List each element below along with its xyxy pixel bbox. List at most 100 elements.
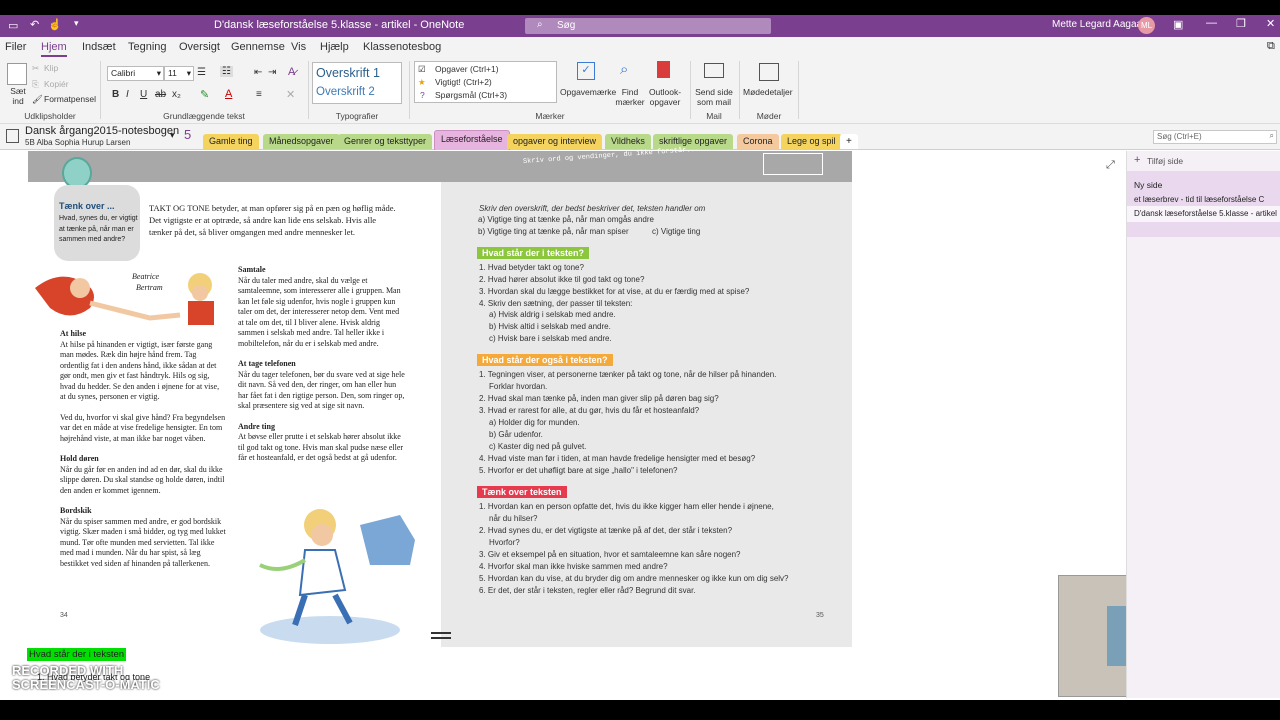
expand-icon[interactable]: ⤢	[1106, 159, 1115, 172]
style-heading-2[interactable]: Overskrift 2	[316, 86, 375, 98]
copy-button[interactable]: Kopiér	[44, 79, 69, 89]
menu-help[interactable]: Hjælp	[320, 41, 349, 53]
send-page-mail-button[interactable]: Send side som mail	[694, 87, 734, 107]
section-tab[interactable]: Vildheks	[605, 134, 651, 149]
font-family-select[interactable]: Calibri ▾	[107, 66, 164, 81]
avatar[interactable]: ML	[1138, 17, 1155, 34]
highlighted-note[interactable]: Hvad står der i teksten	[27, 648, 127, 661]
window-title: D'dansk læseforståelse 5.klasse - artike…	[214, 19, 465, 31]
menu-review[interactable]: Gennemse	[231, 41, 285, 53]
undo-icon[interactable]: ↶	[30, 18, 39, 31]
add-page-icon[interactable]: +	[1134, 154, 1140, 166]
section-tab[interactable]: Genrer og teksttyper	[338, 134, 433, 149]
page-item[interactable]: et læserbrev - tid til læseforståelse C	[1134, 195, 1279, 204]
menu-file[interactable]: Filer	[5, 41, 26, 53]
section-heading-1: Hvad står der i teksten?	[477, 247, 590, 259]
menu-review-overview[interactable]: Oversigt	[179, 41, 220, 53]
tag-todo[interactable]: Opgaver (Ctrl+1)	[435, 64, 499, 74]
section-tab[interactable]: Corona	[737, 134, 779, 149]
drag-handle-icon[interactable]	[431, 632, 451, 639]
question: 3. Hvordan skal du lægge bestikket for a…	[479, 287, 750, 296]
answer-option: c) Kaster dig ned på gulvet.	[489, 442, 587, 451]
header-box	[763, 153, 823, 175]
restore-icon[interactable]: ❐	[1236, 17, 1246, 30]
highlight-icon[interactable]: ✎	[200, 88, 209, 101]
menu-view[interactable]: Vis	[291, 41, 306, 53]
menu-insert[interactable]: Indsæt	[82, 41, 116, 53]
section-tab[interactable]: Lege og spil	[781, 134, 842, 149]
numbering-icon[interactable]: ☷	[220, 66, 233, 77]
share-icon[interactable]: ⧉	[1267, 40, 1275, 53]
para-bordskik: Når du spiser sammen med andre, er god b…	[60, 516, 226, 568]
increase-indent-icon[interactable]: ⇥	[268, 67, 276, 78]
clear-format-icon[interactable]: A̷	[288, 66, 295, 78]
tag-important[interactable]: Vigtigt! (Ctrl+2)	[435, 77, 492, 87]
section-tab[interactable]: opgaver og interview	[507, 134, 603, 149]
question: 1. Hvordan kan en person opfatte det, hv…	[479, 502, 774, 511]
section-tab[interactable]: Månedsopgaver	[263, 134, 340, 149]
column-1: At hilse At hilse på hinanden er vigtigt…	[60, 329, 226, 569]
tags-gallery[interactable]: ☑ Opgaver (Ctrl+1) ★ Vigtigt! (Ctrl+2) ?…	[414, 61, 557, 103]
section-tab-active[interactable]: Læseforståelse	[434, 130, 510, 150]
heading-bordskik: Bordskik	[60, 506, 92, 515]
meeting-details-icon	[759, 63, 779, 81]
user-name[interactable]: Mette Legard Aagaard	[1052, 19, 1151, 30]
ribbon-display-icon[interactable]: ▣	[1173, 18, 1183, 31]
notebook-name[interactable]: Dansk årgang2015-notesbogen	[25, 125, 179, 137]
divider	[100, 61, 101, 119]
close-icon[interactable]: ✕	[1266, 17, 1275, 30]
paste-icon[interactable]	[7, 63, 27, 85]
format-painter-button[interactable]: Formatpensel	[44, 94, 96, 104]
question: 5. Hvordan kan du vise, at du bryder dig…	[479, 574, 789, 583]
strikethrough-icon[interactable]: ab	[155, 89, 166, 100]
add-page-button[interactable]: Tilføj side	[1147, 156, 1183, 166]
bold-icon[interactable]: B	[112, 89, 119, 100]
font-size-select[interactable]: 11 ▾	[164, 66, 194, 81]
delete-icon[interactable]: ✕	[286, 88, 295, 101]
minimize-icon[interactable]: —	[1206, 17, 1217, 29]
underline-icon[interactable]: U	[140, 89, 147, 100]
meeting-details-button[interactable]: Mødedetaljer	[743, 87, 793, 97]
styles-gallery[interactable]: Overskrift 1 Overskrift 2	[312, 62, 402, 104]
answer-option: b) Går udenfor.	[489, 430, 543, 439]
name-label-bertram: Bertram	[136, 283, 163, 292]
quick-access-menu-icon[interactable]: ▾	[74, 18, 79, 29]
decrease-indent-icon[interactable]: ⇤	[254, 67, 262, 78]
watermark-text: RECORDED WITH SCREENCAST-O-MATIC	[12, 663, 160, 692]
touch-mode-icon[interactable]: ☝	[48, 18, 62, 31]
page-canvas[interactable]: Tænk over ... Hvad, synes du, er vigtigt…	[0, 146, 1274, 698]
menu-draw[interactable]: Tegning	[128, 41, 167, 53]
subscript-icon[interactable]: x₂	[172, 89, 181, 100]
divider	[739, 61, 740, 119]
question: 2. Hvad synes du, er det vigtigste at tæ…	[479, 526, 733, 535]
ribbon: Sæt ind ✂ Klip ⎘ Kopiér 🖌 Formatpensel U…	[0, 57, 1280, 124]
cut-button[interactable]: Klip	[44, 63, 58, 73]
font-color-icon[interactable]: A	[225, 88, 232, 100]
question-icon: ?	[420, 90, 425, 100]
paste-button[interactable]: Sæt ind	[6, 86, 30, 106]
column-2: Samtale Når du taler med andre, skal du …	[238, 265, 406, 464]
mail-icon	[704, 63, 724, 78]
intro-text: TAKT OG TONE betyder, at man opfører sig…	[149, 203, 396, 237]
section-tab[interactable]: Gamle ting	[203, 134, 259, 149]
style-heading-1[interactable]: Overskrift 1	[316, 66, 380, 80]
bullets-icon[interactable]: ☰	[197, 67, 206, 78]
align-icon[interactable]: ≡	[256, 89, 262, 100]
italic-icon[interactable]: I	[126, 89, 129, 100]
find-tags-button[interactable]: Find mærker	[614, 87, 646, 107]
add-section-icon[interactable]: +	[840, 134, 858, 149]
menu-home[interactable]: Hjem	[41, 41, 67, 57]
search-input[interactable]: ⌕ Søg	[525, 18, 771, 34]
page-item[interactable]: Ny side	[1134, 180, 1162, 190]
think-text: Hvad, synes du, er vigtigt at tænke på, …	[59, 215, 138, 243]
outlook-tasks-button[interactable]: Outlook-opgaver	[645, 87, 685, 107]
todo-tag-button[interactable]: Opgavemærke	[560, 87, 616, 97]
page-item-active[interactable]: D'dansk læseforståelse 5.klasse - artike…	[1134, 209, 1279, 218]
menu-class-notebook[interactable]: Klassenotesbog	[363, 41, 441, 53]
tag-question[interactable]: Spørgsmål (Ctrl+3)	[435, 90, 507, 100]
chevron-down-icon[interactable]: ▾	[170, 130, 175, 141]
save-icon[interactable]: ▭	[8, 19, 18, 32]
page-search-input[interactable]: Søg (Ctrl+E) ⌕	[1153, 130, 1277, 144]
